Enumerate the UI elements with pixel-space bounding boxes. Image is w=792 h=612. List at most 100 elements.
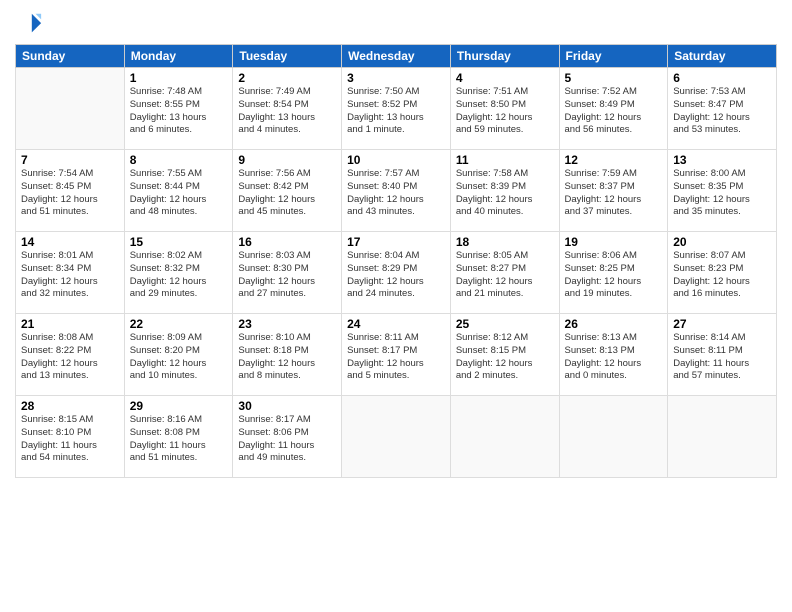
day-number: 10 bbox=[347, 153, 445, 167]
day-number: 4 bbox=[456, 71, 554, 85]
calendar-cell: 6Sunrise: 7:53 AMSunset: 8:47 PMDaylight… bbox=[668, 68, 777, 150]
day-info: Sunrise: 8:02 AMSunset: 8:32 PMDaylight:… bbox=[130, 250, 228, 301]
day-number: 19 bbox=[565, 235, 663, 249]
day-info: Sunrise: 8:06 AMSunset: 8:25 PMDaylight:… bbox=[565, 250, 663, 301]
day-number: 6 bbox=[673, 71, 771, 85]
day-info: Sunrise: 7:53 AMSunset: 8:47 PMDaylight:… bbox=[673, 86, 771, 137]
day-number: 29 bbox=[130, 399, 228, 413]
day-info: Sunrise: 8:03 AMSunset: 8:30 PMDaylight:… bbox=[238, 250, 336, 301]
day-number: 3 bbox=[347, 71, 445, 85]
day-info: Sunrise: 8:05 AMSunset: 8:27 PMDaylight:… bbox=[456, 250, 554, 301]
day-number: 15 bbox=[130, 235, 228, 249]
day-info: Sunrise: 8:01 AMSunset: 8:34 PMDaylight:… bbox=[21, 250, 119, 301]
logo-icon bbox=[15, 10, 43, 38]
calendar: SundayMondayTuesdayWednesdayThursdayFrid… bbox=[15, 44, 777, 478]
calendar-cell: 29Sunrise: 8:16 AMSunset: 8:08 PMDayligh… bbox=[124, 396, 233, 478]
calendar-cell: 20Sunrise: 8:07 AMSunset: 8:23 PMDayligh… bbox=[668, 232, 777, 314]
day-info: Sunrise: 8:12 AMSunset: 8:15 PMDaylight:… bbox=[456, 332, 554, 383]
day-number: 18 bbox=[456, 235, 554, 249]
calendar-cell: 18Sunrise: 8:05 AMSunset: 8:27 PMDayligh… bbox=[450, 232, 559, 314]
day-number: 12 bbox=[565, 153, 663, 167]
day-info: Sunrise: 7:49 AMSunset: 8:54 PMDaylight:… bbox=[238, 86, 336, 137]
day-number: 21 bbox=[21, 317, 119, 331]
day-number: 27 bbox=[673, 317, 771, 331]
day-info: Sunrise: 7:51 AMSunset: 8:50 PMDaylight:… bbox=[456, 86, 554, 137]
calendar-cell bbox=[16, 68, 125, 150]
day-number: 9 bbox=[238, 153, 336, 167]
weekday-header-monday: Monday bbox=[124, 45, 233, 68]
calendar-cell: 25Sunrise: 8:12 AMSunset: 8:15 PMDayligh… bbox=[450, 314, 559, 396]
calendar-cell: 23Sunrise: 8:10 AMSunset: 8:18 PMDayligh… bbox=[233, 314, 342, 396]
day-info: Sunrise: 8:09 AMSunset: 8:20 PMDaylight:… bbox=[130, 332, 228, 383]
weekday-header-tuesday: Tuesday bbox=[233, 45, 342, 68]
calendar-cell bbox=[559, 396, 668, 478]
calendar-week-row: 21Sunrise: 8:08 AMSunset: 8:22 PMDayligh… bbox=[16, 314, 777, 396]
calendar-cell: 28Sunrise: 8:15 AMSunset: 8:10 PMDayligh… bbox=[16, 396, 125, 478]
calendar-cell bbox=[342, 396, 451, 478]
logo bbox=[15, 10, 47, 38]
day-info: Sunrise: 7:58 AMSunset: 8:39 PMDaylight:… bbox=[456, 168, 554, 219]
weekday-header-wednesday: Wednesday bbox=[342, 45, 451, 68]
calendar-week-row: 28Sunrise: 8:15 AMSunset: 8:10 PMDayligh… bbox=[16, 396, 777, 478]
day-info: Sunrise: 7:50 AMSunset: 8:52 PMDaylight:… bbox=[347, 86, 445, 137]
day-info: Sunrise: 8:17 AMSunset: 8:06 PMDaylight:… bbox=[238, 414, 336, 465]
day-info: Sunrise: 7:48 AMSunset: 8:55 PMDaylight:… bbox=[130, 86, 228, 137]
calendar-cell: 11Sunrise: 7:58 AMSunset: 8:39 PMDayligh… bbox=[450, 150, 559, 232]
calendar-cell: 7Sunrise: 7:54 AMSunset: 8:45 PMDaylight… bbox=[16, 150, 125, 232]
calendar-cell: 2Sunrise: 7:49 AMSunset: 8:54 PMDaylight… bbox=[233, 68, 342, 150]
day-info: Sunrise: 8:08 AMSunset: 8:22 PMDaylight:… bbox=[21, 332, 119, 383]
day-number: 22 bbox=[130, 317, 228, 331]
calendar-week-row: 1Sunrise: 7:48 AMSunset: 8:55 PMDaylight… bbox=[16, 68, 777, 150]
calendar-cell: 27Sunrise: 8:14 AMSunset: 8:11 PMDayligh… bbox=[668, 314, 777, 396]
day-info: Sunrise: 7:59 AMSunset: 8:37 PMDaylight:… bbox=[565, 168, 663, 219]
calendar-cell: 24Sunrise: 8:11 AMSunset: 8:17 PMDayligh… bbox=[342, 314, 451, 396]
calendar-cell: 22Sunrise: 8:09 AMSunset: 8:20 PMDayligh… bbox=[124, 314, 233, 396]
day-number: 30 bbox=[238, 399, 336, 413]
calendar-week-row: 14Sunrise: 8:01 AMSunset: 8:34 PMDayligh… bbox=[16, 232, 777, 314]
calendar-cell: 16Sunrise: 8:03 AMSunset: 8:30 PMDayligh… bbox=[233, 232, 342, 314]
day-info: Sunrise: 7:55 AMSunset: 8:44 PMDaylight:… bbox=[130, 168, 228, 219]
day-info: Sunrise: 8:04 AMSunset: 8:29 PMDaylight:… bbox=[347, 250, 445, 301]
day-info: Sunrise: 8:15 AMSunset: 8:10 PMDaylight:… bbox=[21, 414, 119, 465]
day-info: Sunrise: 7:54 AMSunset: 8:45 PMDaylight:… bbox=[21, 168, 119, 219]
day-info: Sunrise: 7:56 AMSunset: 8:42 PMDaylight:… bbox=[238, 168, 336, 219]
calendar-cell: 12Sunrise: 7:59 AMSunset: 8:37 PMDayligh… bbox=[559, 150, 668, 232]
day-number: 28 bbox=[21, 399, 119, 413]
day-number: 24 bbox=[347, 317, 445, 331]
day-number: 14 bbox=[21, 235, 119, 249]
day-number: 7 bbox=[21, 153, 119, 167]
weekday-header-sunday: Sunday bbox=[16, 45, 125, 68]
calendar-cell: 8Sunrise: 7:55 AMSunset: 8:44 PMDaylight… bbox=[124, 150, 233, 232]
day-info: Sunrise: 8:13 AMSunset: 8:13 PMDaylight:… bbox=[565, 332, 663, 383]
day-number: 2 bbox=[238, 71, 336, 85]
day-number: 17 bbox=[347, 235, 445, 249]
calendar-cell bbox=[668, 396, 777, 478]
header bbox=[15, 10, 777, 38]
day-number: 26 bbox=[565, 317, 663, 331]
weekday-header-thursday: Thursday bbox=[450, 45, 559, 68]
calendar-cell: 19Sunrise: 8:06 AMSunset: 8:25 PMDayligh… bbox=[559, 232, 668, 314]
calendar-cell: 14Sunrise: 8:01 AMSunset: 8:34 PMDayligh… bbox=[16, 232, 125, 314]
day-number: 8 bbox=[130, 153, 228, 167]
calendar-cell: 21Sunrise: 8:08 AMSunset: 8:22 PMDayligh… bbox=[16, 314, 125, 396]
calendar-cell: 30Sunrise: 8:17 AMSunset: 8:06 PMDayligh… bbox=[233, 396, 342, 478]
day-number: 1 bbox=[130, 71, 228, 85]
day-number: 20 bbox=[673, 235, 771, 249]
calendar-cell: 5Sunrise: 7:52 AMSunset: 8:49 PMDaylight… bbox=[559, 68, 668, 150]
day-info: Sunrise: 8:07 AMSunset: 8:23 PMDaylight:… bbox=[673, 250, 771, 301]
calendar-cell: 17Sunrise: 8:04 AMSunset: 8:29 PMDayligh… bbox=[342, 232, 451, 314]
day-number: 5 bbox=[565, 71, 663, 85]
day-info: Sunrise: 8:10 AMSunset: 8:18 PMDaylight:… bbox=[238, 332, 336, 383]
day-number: 13 bbox=[673, 153, 771, 167]
day-info: Sunrise: 8:14 AMSunset: 8:11 PMDaylight:… bbox=[673, 332, 771, 383]
calendar-header-row: SundayMondayTuesdayWednesdayThursdayFrid… bbox=[16, 45, 777, 68]
calendar-cell: 1Sunrise: 7:48 AMSunset: 8:55 PMDaylight… bbox=[124, 68, 233, 150]
calendar-cell: 4Sunrise: 7:51 AMSunset: 8:50 PMDaylight… bbox=[450, 68, 559, 150]
day-info: Sunrise: 8:00 AMSunset: 8:35 PMDaylight:… bbox=[673, 168, 771, 219]
calendar-week-row: 7Sunrise: 7:54 AMSunset: 8:45 PMDaylight… bbox=[16, 150, 777, 232]
calendar-cell: 3Sunrise: 7:50 AMSunset: 8:52 PMDaylight… bbox=[342, 68, 451, 150]
day-info: Sunrise: 7:57 AMSunset: 8:40 PMDaylight:… bbox=[347, 168, 445, 219]
day-number: 23 bbox=[238, 317, 336, 331]
calendar-cell: 26Sunrise: 8:13 AMSunset: 8:13 PMDayligh… bbox=[559, 314, 668, 396]
calendar-cell: 15Sunrise: 8:02 AMSunset: 8:32 PMDayligh… bbox=[124, 232, 233, 314]
